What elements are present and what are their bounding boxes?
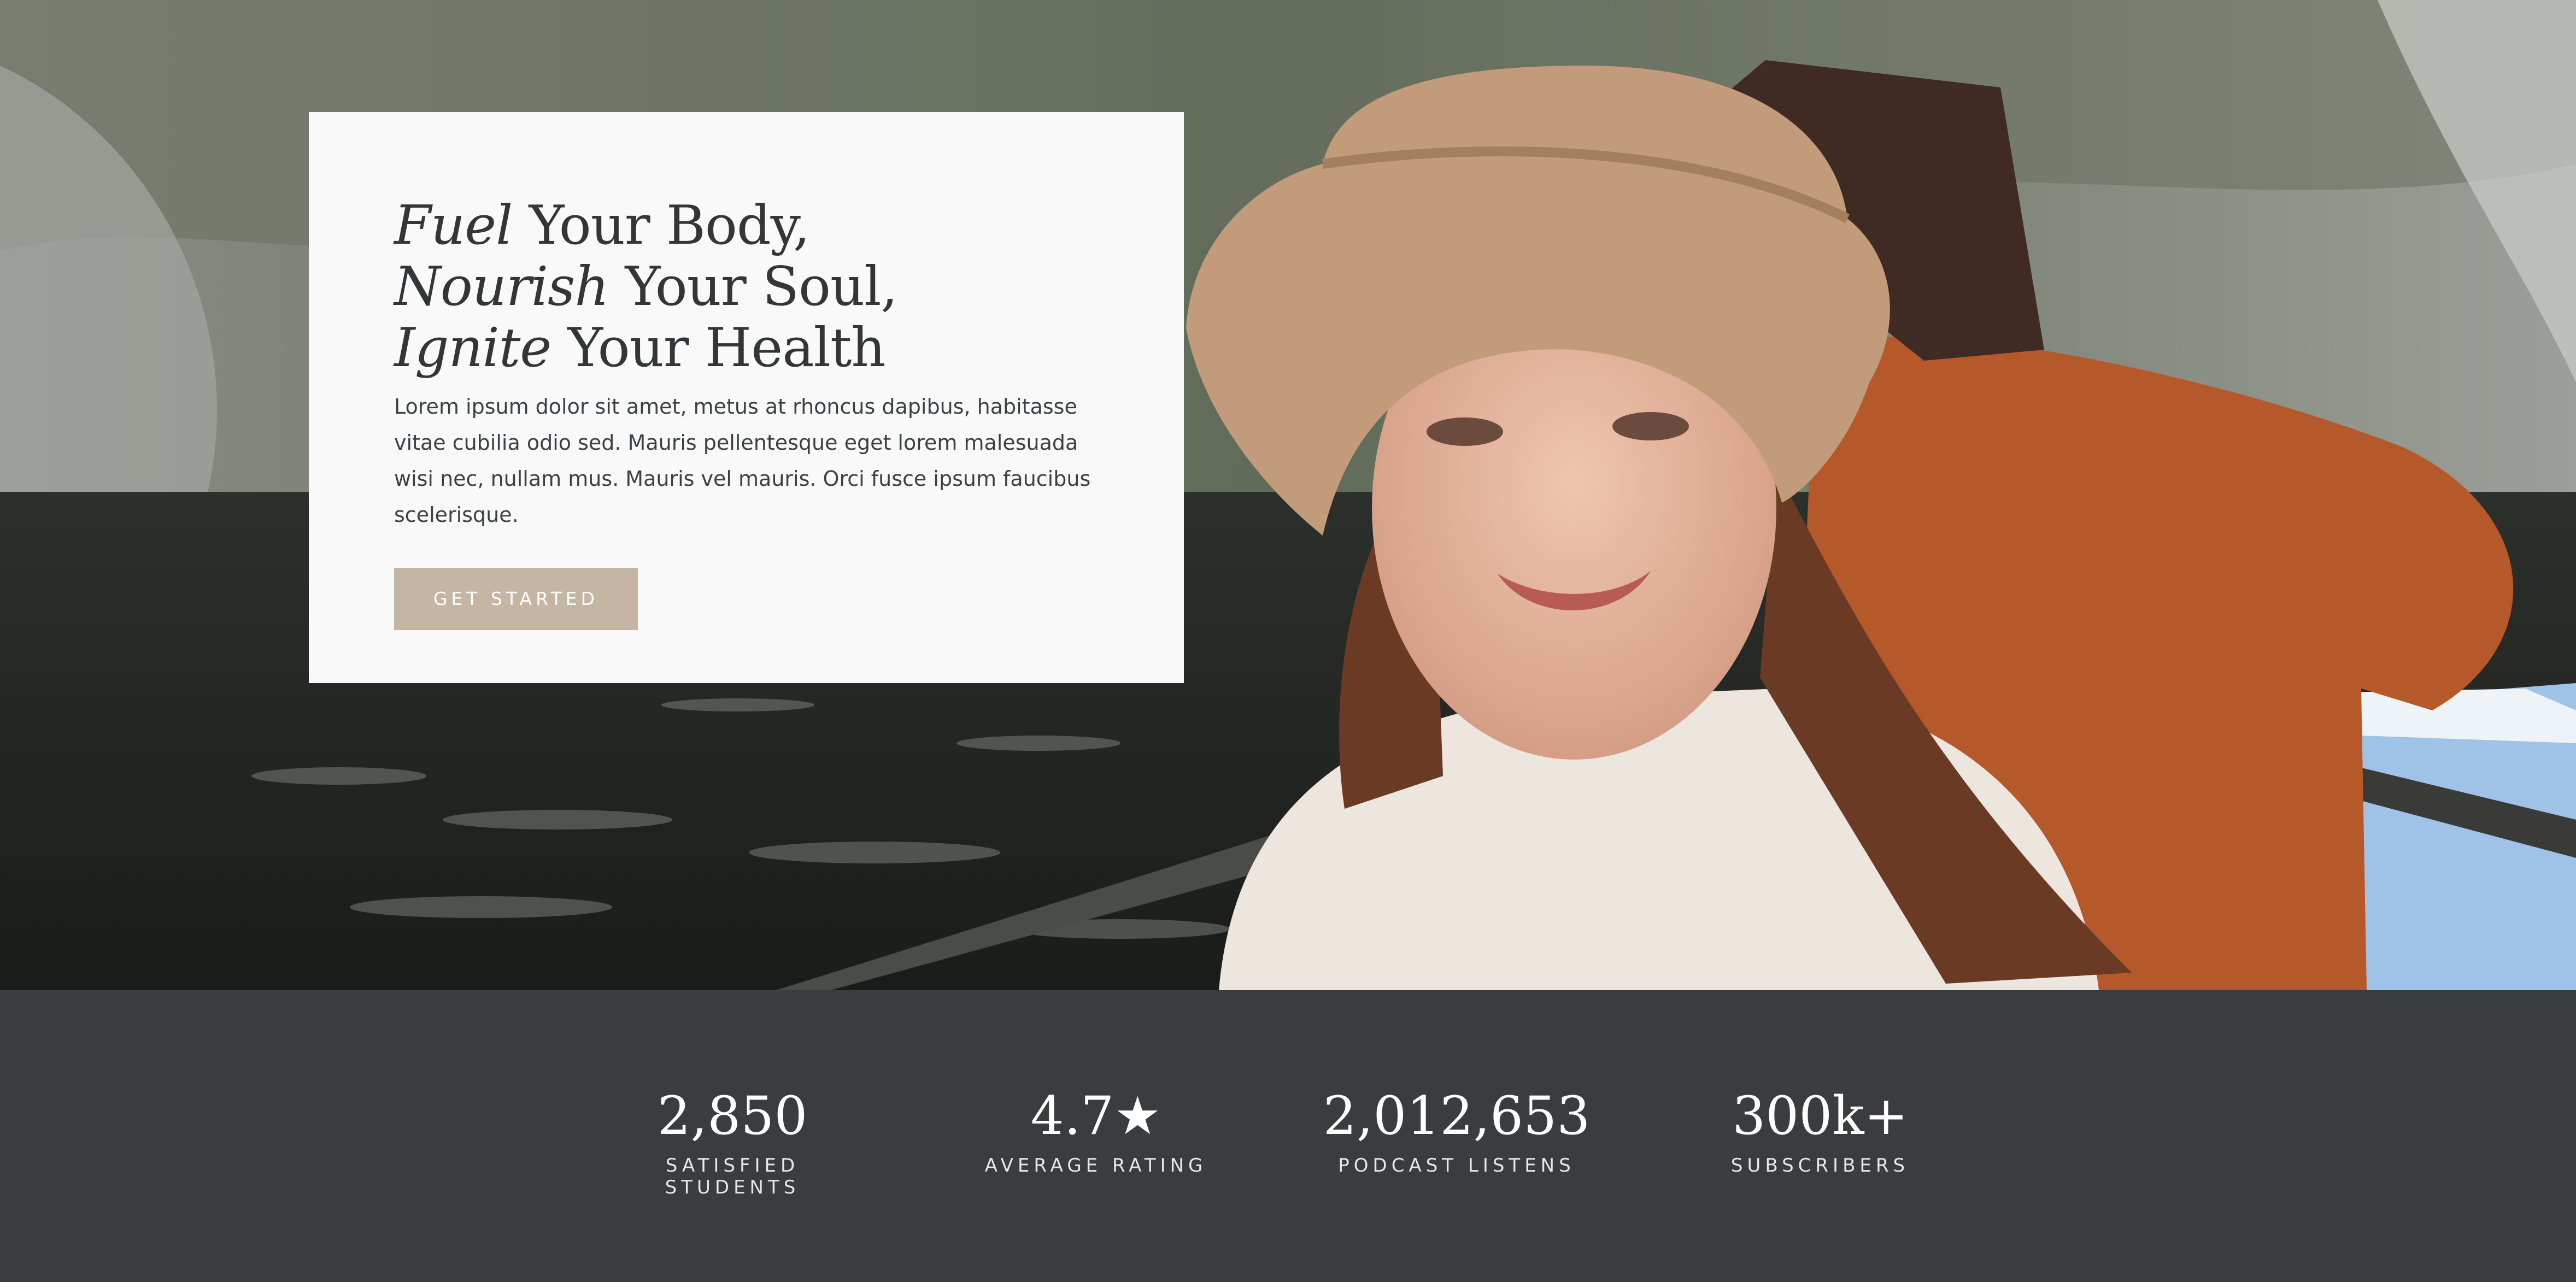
hero-card: Fuel Your Body, Nourish Your Soul, Ignit…	[309, 112, 1184, 683]
stat-students: 2,850 SATISFIED STUDENTS	[601, 1086, 864, 1198]
stat-label: AVERAGE RATING	[984, 1155, 1207, 1177]
hero-section: Fuel Your Body, Nourish Your Soul, Ignit…	[0, 0, 2576, 990]
stat-podcast: 2,012,653 PODCAST LISTENS	[1317, 1086, 1596, 1177]
stat-value: 300k+	[1732, 1085, 1908, 1146]
stat-label: PODCAST LISTENS	[1338, 1155, 1575, 1177]
hero-description: Lorem ipsum dolor sit amet, metus at rho…	[394, 395, 1091, 527]
headline-line-3: Ignite Your Health	[394, 317, 885, 379]
stat-label: SATISFIED STUDENTS	[665, 1155, 800, 1198]
hero-headline: Fuel Your Body, Nourish Your Soul, Ignit…	[394, 195, 1099, 379]
stats-bar: 2,850 SATISFIED STUDENTS 4.7★ AVERAGE RA…	[0, 990, 2576, 1282]
stat-value: 2,012,653	[1323, 1085, 1591, 1146]
headline-line-2: Nourish Your Soul,	[394, 256, 898, 318]
stat-label: SUBSCRIBERS	[1730, 1155, 1910, 1177]
stat-subscribers: 300k+ SUBSCRIBERS	[1711, 1086, 1929, 1177]
get-started-button[interactable]: GET STARTED	[394, 568, 638, 630]
stat-value: 4.7★	[1030, 1085, 1161, 1146]
stat-rating: 4.7★ AVERAGE RATING	[978, 1086, 1213, 1177]
headline-line-1: Fuel Your Body,	[394, 195, 810, 257]
stat-value: 2,850	[657, 1085, 808, 1146]
